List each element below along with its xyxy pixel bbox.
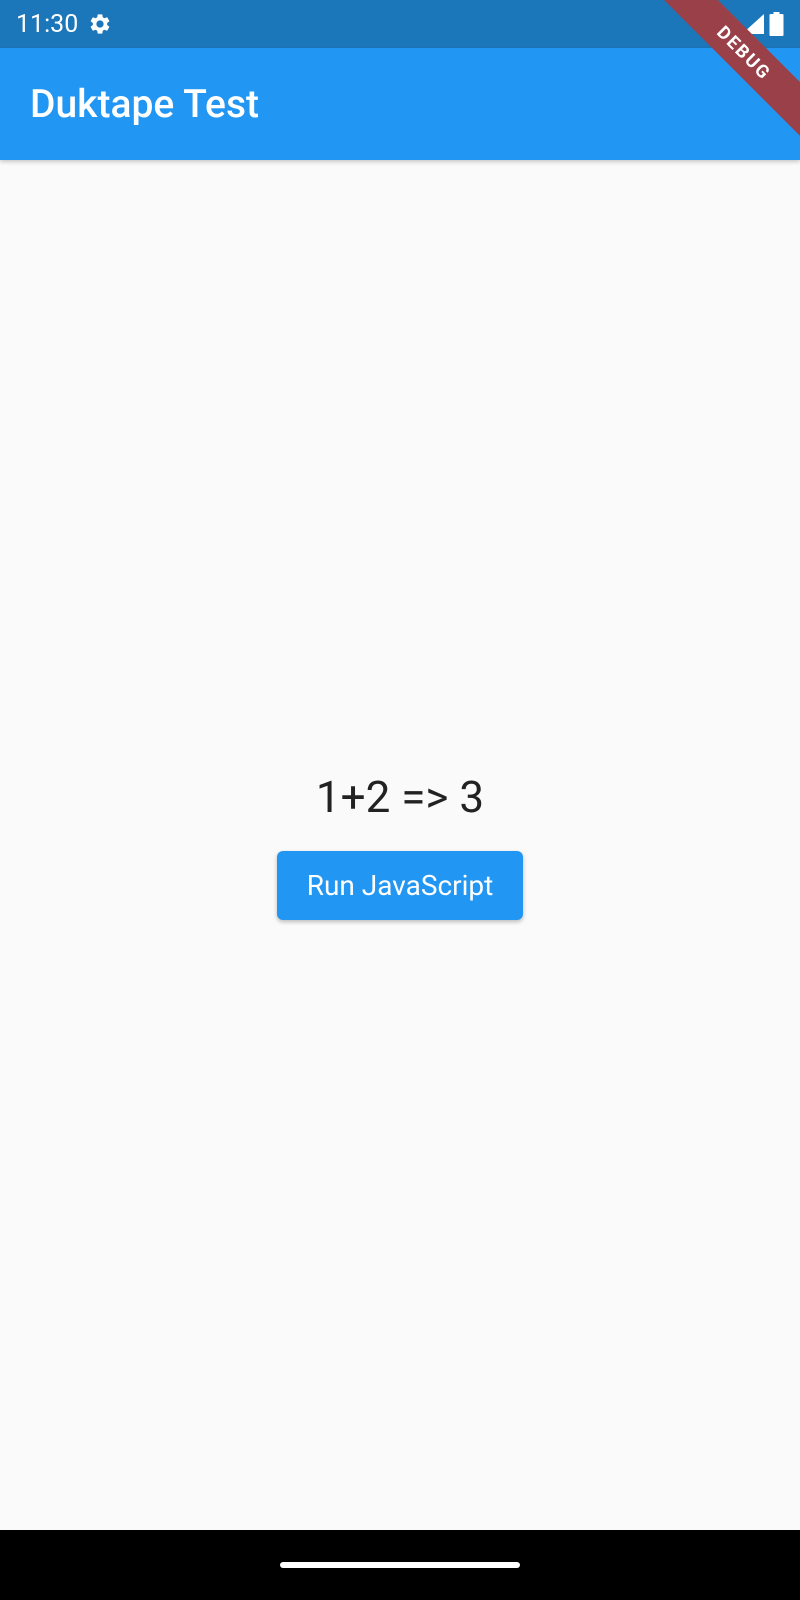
run-javascript-button[interactable]: Run JavaScript <box>277 851 524 920</box>
navigation-bar <box>0 1530 800 1600</box>
battery-icon <box>769 12 784 36</box>
status-bar-left: 11:30 <box>16 10 112 39</box>
wifi-icon <box>711 13 737 35</box>
app-title: Duktape Test <box>30 81 259 127</box>
app-bar: Duktape Test <box>0 48 800 160</box>
status-bar-right <box>711 12 784 36</box>
result-text: 1+2 => 3 <box>316 771 484 823</box>
nav-handle[interactable] <box>280 1562 520 1568</box>
gear-icon <box>88 12 112 36</box>
status-bar: 11:30 <box>0 0 800 48</box>
status-time: 11:30 <box>16 10 78 39</box>
signal-icon <box>741 13 765 35</box>
main-content: 1+2 => 3 Run JavaScript <box>0 160 800 1530</box>
